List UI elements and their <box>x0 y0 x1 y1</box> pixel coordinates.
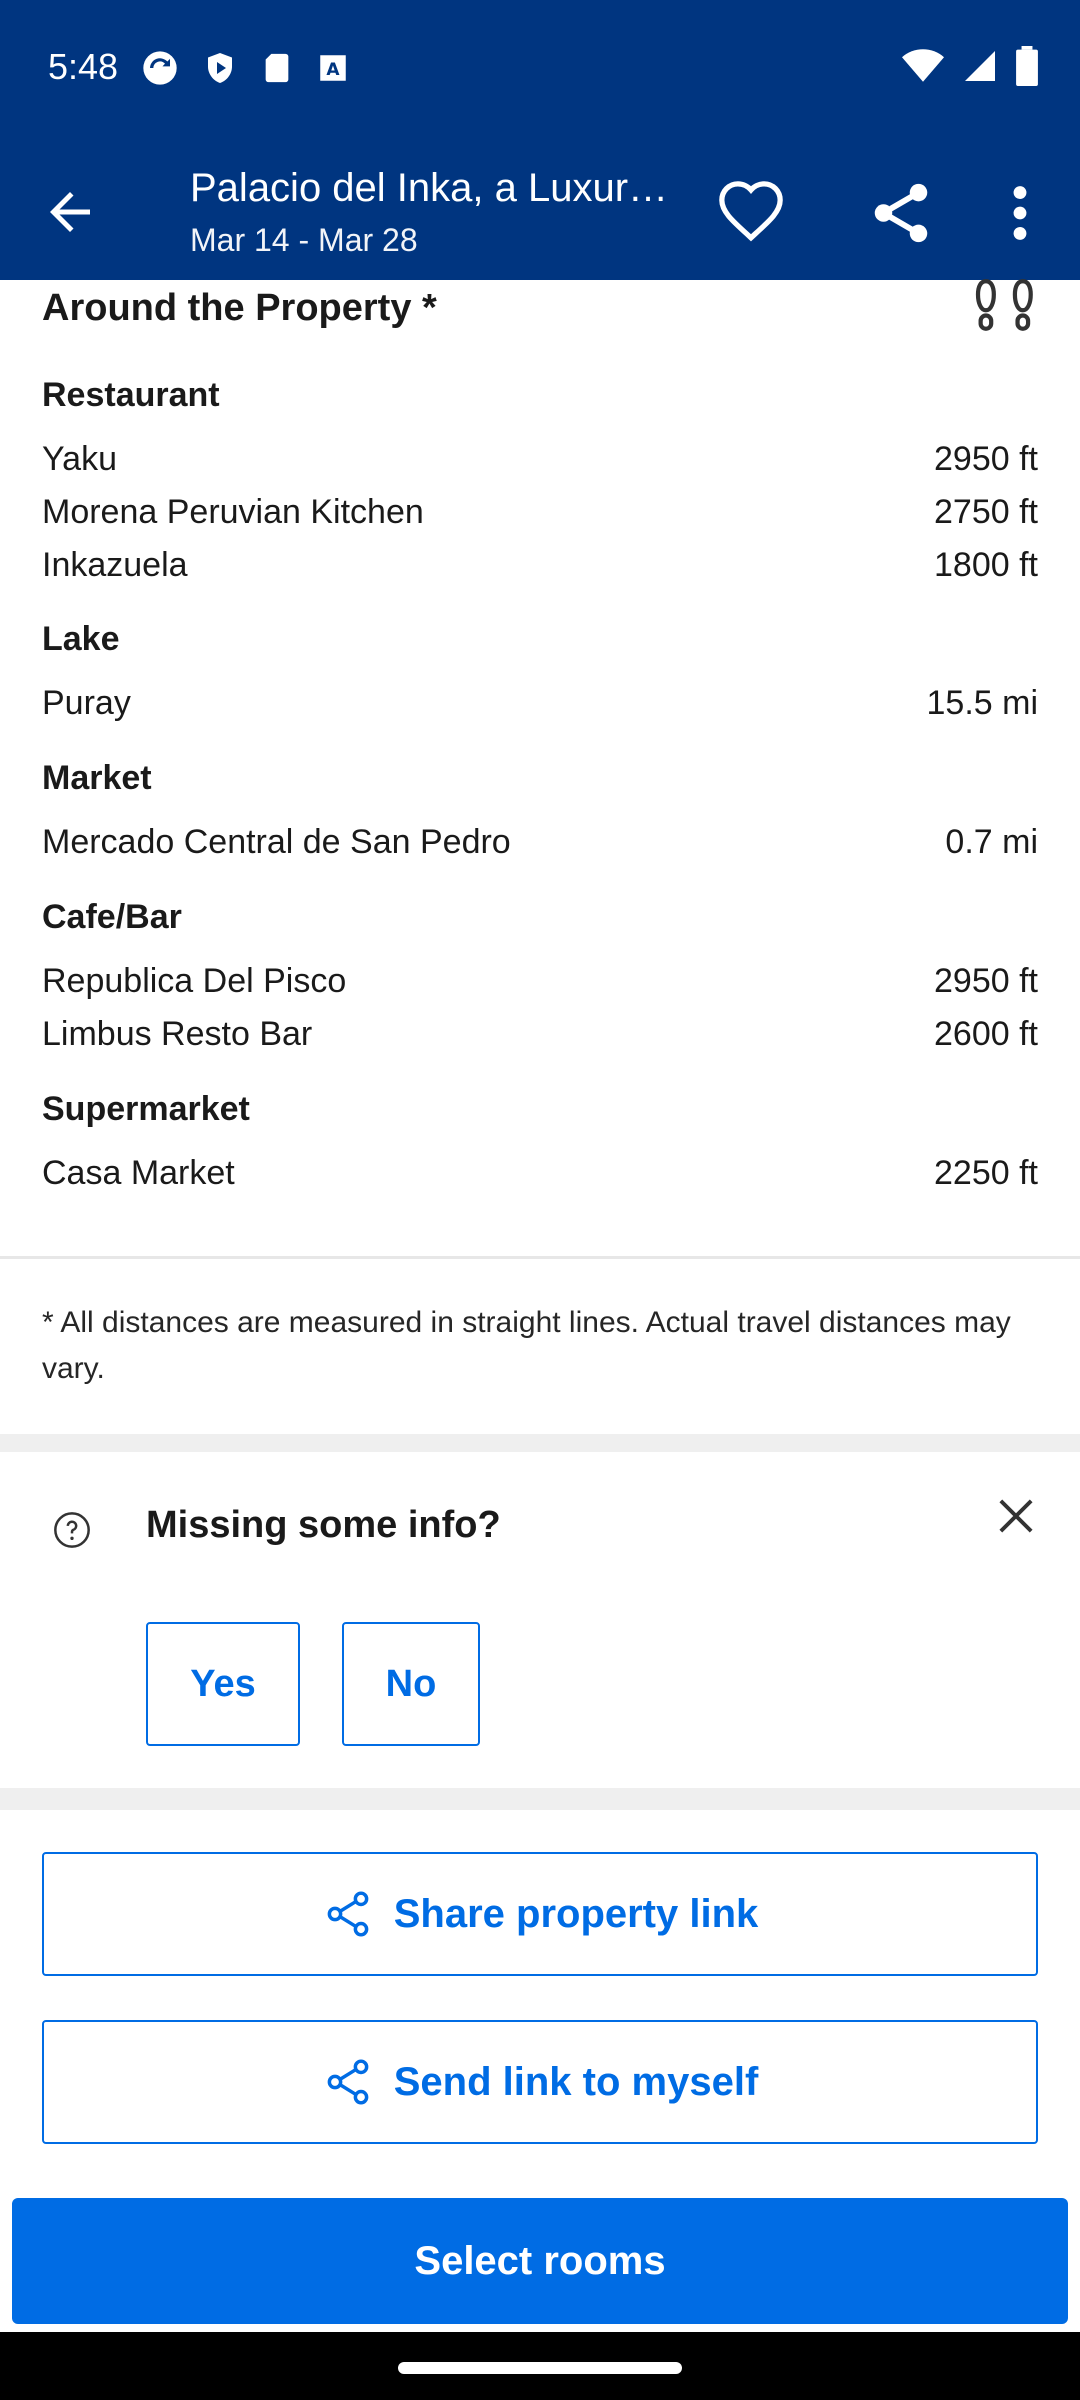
place-name: Limbus Resto Bar <box>42 1015 313 1053</box>
place-name: Inkazuela <box>42 546 188 584</box>
list-item: Yaku 2950 ft <box>42 440 1038 479</box>
list-item: Republica Del Pisco 2950 ft <box>42 962 1038 1001</box>
place-name: Puray <box>42 684 131 722</box>
category-lake: Lake <box>42 620 120 658</box>
back-arrow-icon[interactable] <box>40 182 100 242</box>
place-distance: 2250 ft <box>934 1154 1038 1192</box>
home-gesture-handle[interactable] <box>398 2362 682 2374</box>
status-time: 5:48 <box>48 46 119 87</box>
place-distance: 15.5 mi <box>926 684 1039 722</box>
send-link-label: Send link to myself <box>393 2059 759 2104</box>
divider <box>0 1256 1080 1259</box>
svg-text:A: A <box>326 60 340 80</box>
footprints-icon <box>975 279 1033 331</box>
more-vert-icon[interactable] <box>1000 178 1040 248</box>
notification-icons: A <box>140 48 350 88</box>
app-bar: Palacio del Inka, a Luxury Collection Ho… <box>0 140 1080 280</box>
section-separator <box>0 1788 1080 1810</box>
category-cafe-bar: Cafe/Bar <box>42 898 182 936</box>
list-item: Inkazuela 1800 ft <box>42 546 1038 585</box>
font-a-icon: A <box>320 55 346 81</box>
select-rooms-button[interactable]: Select rooms <box>12 2198 1068 2324</box>
around-property-title: Around the Property * <box>42 287 437 329</box>
system-nav-bar <box>0 2332 1080 2400</box>
shield-icon <box>208 53 232 83</box>
place-distance: 1800 ft <box>934 546 1038 584</box>
no-button[interactable]: No <box>342 1622 480 1746</box>
place-name: Casa Market <box>42 1154 235 1192</box>
list-item: Puray 15.5 mi <box>42 684 1038 723</box>
help-circle-icon <box>54 1512 90 1548</box>
share-icon[interactable] <box>866 178 936 248</box>
distance-note: * All distances are measured in straight… <box>42 1306 1011 1385</box>
status-bar: 5:48 A <box>0 0 1080 140</box>
list-item: Limbus Resto Bar 2600 ft <box>42 1015 1038 1054</box>
stay-dates: Mar 14 - Mar 28 <box>190 222 418 258</box>
category-market: Market <box>42 759 152 797</box>
sd-card-icon <box>265 53 289 83</box>
missing-info-title: Missing some info? <box>146 1504 501 1546</box>
category-restaurant: Restaurant <box>42 376 220 414</box>
place-name: Mercado Central de San Pedro <box>42 823 511 861</box>
page-title: Palacio del Inka, a Luxury Collection Ho… <box>190 166 680 210</box>
system-status-icons <box>902 46 1038 86</box>
close-icon[interactable] <box>990 1490 1042 1542</box>
share-property-link-button[interactable]: Share property link <box>42 1852 1038 1976</box>
yes-button[interactable]: Yes <box>146 1622 300 1746</box>
place-name: Yaku <box>42 440 117 478</box>
sync-icon <box>143 51 177 85</box>
share-nodes-icon <box>327 2059 369 2105</box>
place-name: Morena Peruvian Kitchen <box>42 493 424 531</box>
send-link-to-myself-button[interactable]: Send link to myself <box>42 2020 1038 2144</box>
place-name: Republica Del Pisco <box>42 962 347 1000</box>
signal-icon <box>965 51 995 81</box>
section-separator <box>0 1434 1080 1452</box>
wifi-icon <box>902 49 944 82</box>
list-item: Morena Peruvian Kitchen 2750 ft <box>42 493 1038 532</box>
title-block: Palacio del Inka, a Luxury Collection Ho… <box>190 160 680 264</box>
place-distance: 2750 ft <box>934 493 1038 531</box>
category-supermarket: Supermarket <box>42 1090 250 1128</box>
battery-icon <box>1016 46 1038 86</box>
place-distance: 2950 ft <box>934 440 1038 478</box>
place-distance: 2600 ft <box>934 1015 1038 1053</box>
share-nodes-icon <box>327 1891 369 1937</box>
share-property-link-label: Share property link <box>393 1891 759 1936</box>
heart-icon[interactable] <box>716 178 786 248</box>
place-distance: 2950 ft <box>934 962 1038 1000</box>
list-item: Mercado Central de San Pedro 0.7 mi <box>42 823 1038 862</box>
place-distance: 0.7 mi <box>945 823 1038 861</box>
list-item: Casa Market 2250 ft <box>42 1154 1038 1193</box>
